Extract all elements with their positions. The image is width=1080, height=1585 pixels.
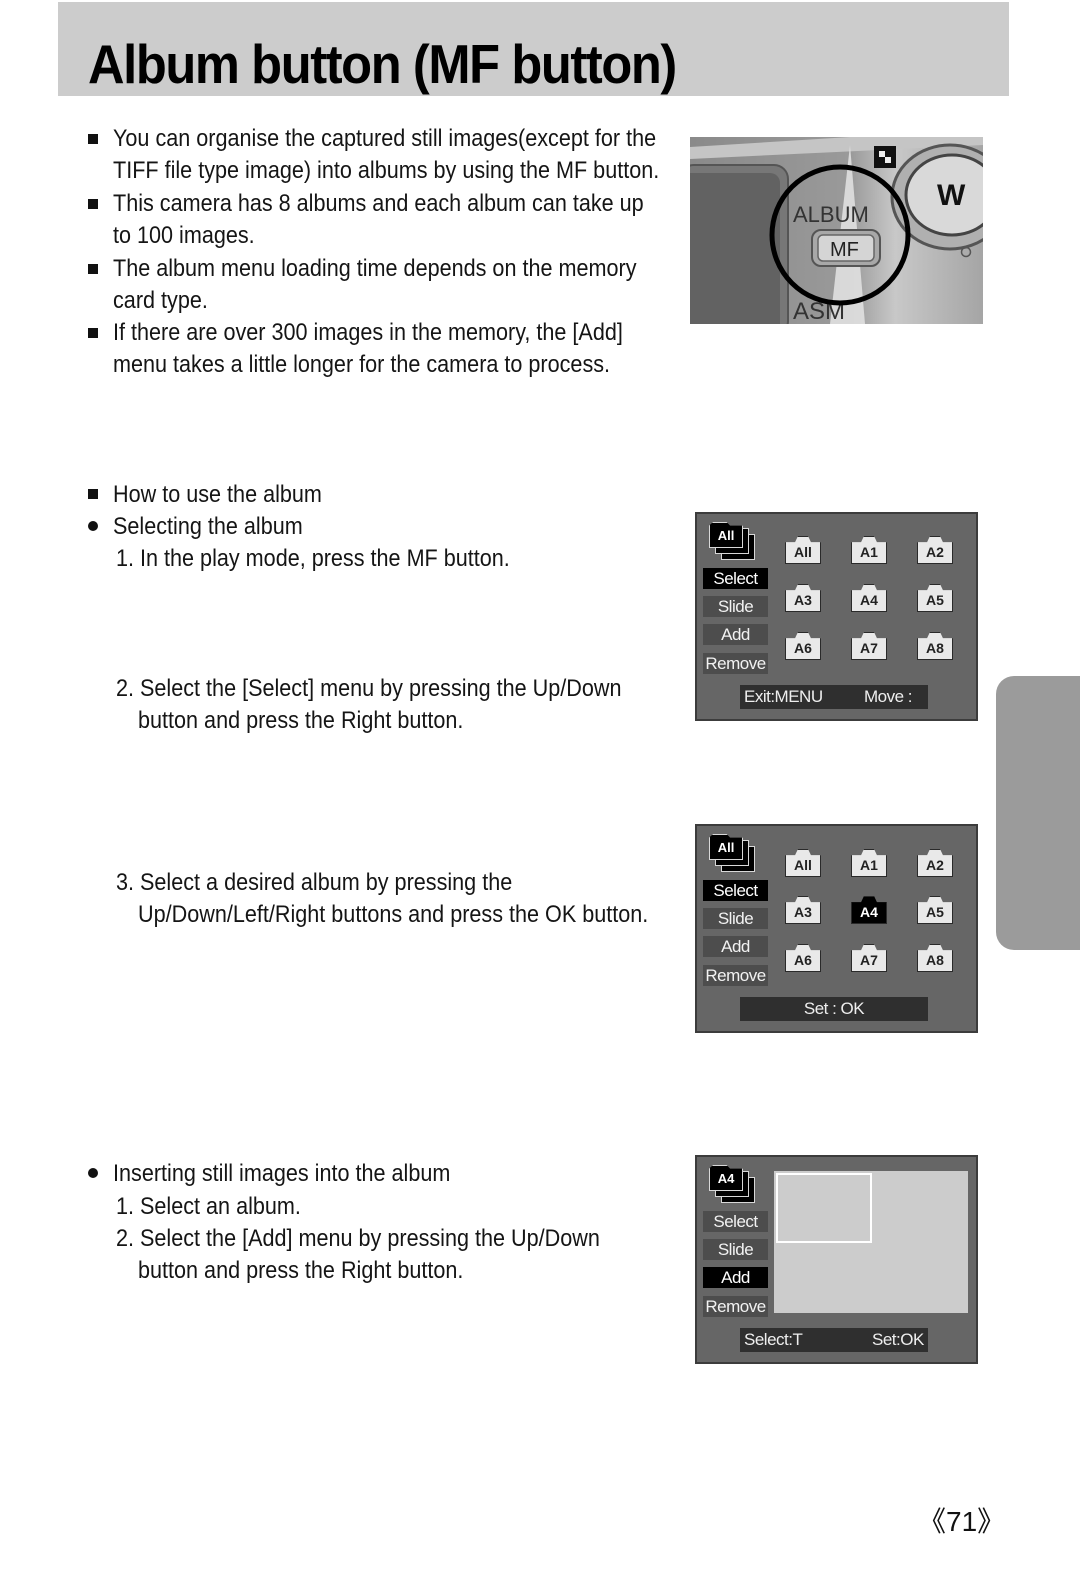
mf-button-label: MF	[830, 239, 859, 261]
page-title: Album button (MF button)	[88, 33, 677, 95]
album-folder-a1[interactable]: A1	[851, 849, 887, 877]
menu-item-select[interactable]: Select	[703, 568, 768, 589]
lcd-screen-add-images: A4 Select Slide Add Remove Select:T Set:…	[695, 1155, 978, 1364]
album-folder-a2[interactable]: A2	[917, 849, 953, 877]
intro-bullet-2-line-1: This camera has 8 albums and each album …	[113, 190, 644, 217]
album-folder-a2[interactable]: A2	[917, 536, 953, 564]
status-exit-menu: Exit:MENU	[744, 687, 823, 706]
intro-bullet-3-line-1: The album menu loading time depends on t…	[113, 255, 637, 282]
square-bullet-icon	[88, 328, 98, 338]
menu-item-slide[interactable]: Slide	[703, 1239, 768, 1260]
album-folder-a3[interactable]: A3	[785, 896, 821, 924]
album-folder-a3[interactable]: A3	[785, 584, 821, 612]
intro-bullet-2-line-2: to 100 images.	[113, 222, 255, 249]
image-thumbnail-selected[interactable]	[776, 1173, 872, 1243]
inserting-step-2-line-1: 2. Select the [Add] menu by pressing the…	[116, 1225, 600, 1252]
status-bar: Set : OK	[740, 997, 928, 1021]
menu-item-add[interactable]: Add	[703, 1267, 768, 1288]
album-folder-a7[interactable]: A7	[851, 632, 887, 660]
round-bullet-icon	[88, 521, 98, 531]
page-number: 《71》	[918, 1506, 1006, 1537]
lcd-screen-album-menu: All Select Slide Add Remove All A1 A2 A3…	[695, 512, 978, 721]
album-stack-icon: All	[709, 832, 759, 876]
selecting-heading: Selecting the album	[113, 513, 303, 540]
album-label: ALBUM	[793, 202, 869, 227]
section-side-tab	[996, 676, 1080, 950]
album-folder-a4-selected[interactable]: A4	[851, 896, 887, 924]
camera-body-graphic: W ALBUM MF ASM	[690, 137, 983, 324]
title-bar: Album button (MF button)	[58, 2, 1009, 96]
round-bullet-icon	[88, 1168, 98, 1178]
intro-bullet-4-line-1: If there are over 300 images in the memo…	[113, 319, 623, 346]
how-to-heading: How to use the album	[113, 481, 322, 508]
square-bullet-icon	[88, 264, 98, 274]
intro-bullet-1-line-2: TIFF file type image) into albums by usi…	[113, 157, 660, 184]
status-set-ok: Set:OK	[872, 1330, 924, 1349]
album-folder-all[interactable]: All	[785, 536, 821, 564]
menu-item-add[interactable]: Add	[703, 936, 768, 957]
album-folder-a6[interactable]: A6	[785, 944, 821, 972]
status-bar: Exit:MENU Move :	[740, 685, 928, 709]
menu-item-select[interactable]: Select	[703, 1211, 768, 1232]
menu-item-slide[interactable]: Slide	[703, 596, 768, 617]
album-stack-icon: A4	[709, 1163, 759, 1207]
square-bullet-icon	[88, 134, 98, 144]
status-move: Move :	[864, 687, 913, 706]
selecting-step-3-line-2: Up/Down/Left/Right buttons and press the…	[138, 901, 649, 928]
square-bullet-icon	[88, 489, 98, 499]
status-select-t: Select:T	[744, 1330, 803, 1349]
zoom-w-label: W	[937, 179, 966, 212]
camera-mf-button-illustration: W ALBUM MF ASM	[690, 137, 983, 324]
menu-item-select[interactable]: Select	[703, 880, 768, 901]
image-preview-area	[774, 1171, 968, 1313]
menu-item-remove[interactable]: Remove	[703, 1296, 768, 1317]
inserting-heading: Inserting still images into the album	[113, 1160, 451, 1187]
menu-item-remove[interactable]: Remove	[703, 653, 768, 674]
album-stack-icon: All	[709, 520, 759, 564]
selecting-step-2-line-1: 2. Select the [Select] menu by pressing …	[116, 675, 622, 702]
album-folder-all[interactable]: All	[785, 849, 821, 877]
selecting-step-2-line-2: button and press the Right button.	[138, 707, 464, 734]
status-bar: Select:T Set:OK	[740, 1328, 928, 1352]
album-folder-a4[interactable]: A4	[851, 584, 887, 612]
menu-item-slide[interactable]: Slide	[703, 908, 768, 929]
album-folder-a8[interactable]: A8	[917, 632, 953, 660]
inserting-step-1: 1. Select an album.	[116, 1193, 301, 1220]
menu-item-remove[interactable]: Remove	[703, 965, 768, 986]
inserting-step-2-line-2: button and press the Right button.	[138, 1257, 464, 1284]
album-folder-a8[interactable]: A8	[917, 944, 953, 972]
menu-item-add[interactable]: Add	[703, 624, 768, 645]
intro-bullet-1-line-1: You can organise the captured still imag…	[113, 125, 657, 152]
lcd-screen-album-selected: All Select Slide Add Remove All A1 A2 A3…	[695, 824, 978, 1033]
square-bullet-icon	[88, 199, 98, 209]
selecting-step-3-line-1: 3. Select a desired album by pressing th…	[116, 869, 513, 896]
intro-bullet-3-line-2: card type.	[113, 287, 208, 314]
intro-bullet-4-line-2: menu takes a little longer for the camer…	[113, 351, 611, 378]
status-set-ok: Set : OK	[803, 999, 865, 1018]
album-folder-a5[interactable]: A5	[917, 584, 953, 612]
selecting-step-1: 1. In the play mode, press the MF button…	[116, 545, 510, 572]
album-folder-a6[interactable]: A6	[785, 632, 821, 660]
album-folder-a7[interactable]: A7	[851, 944, 887, 972]
checker-pattern-icon	[874, 146, 896, 168]
album-folder-a5[interactable]: A5	[917, 896, 953, 924]
album-folder-a1[interactable]: A1	[851, 536, 887, 564]
